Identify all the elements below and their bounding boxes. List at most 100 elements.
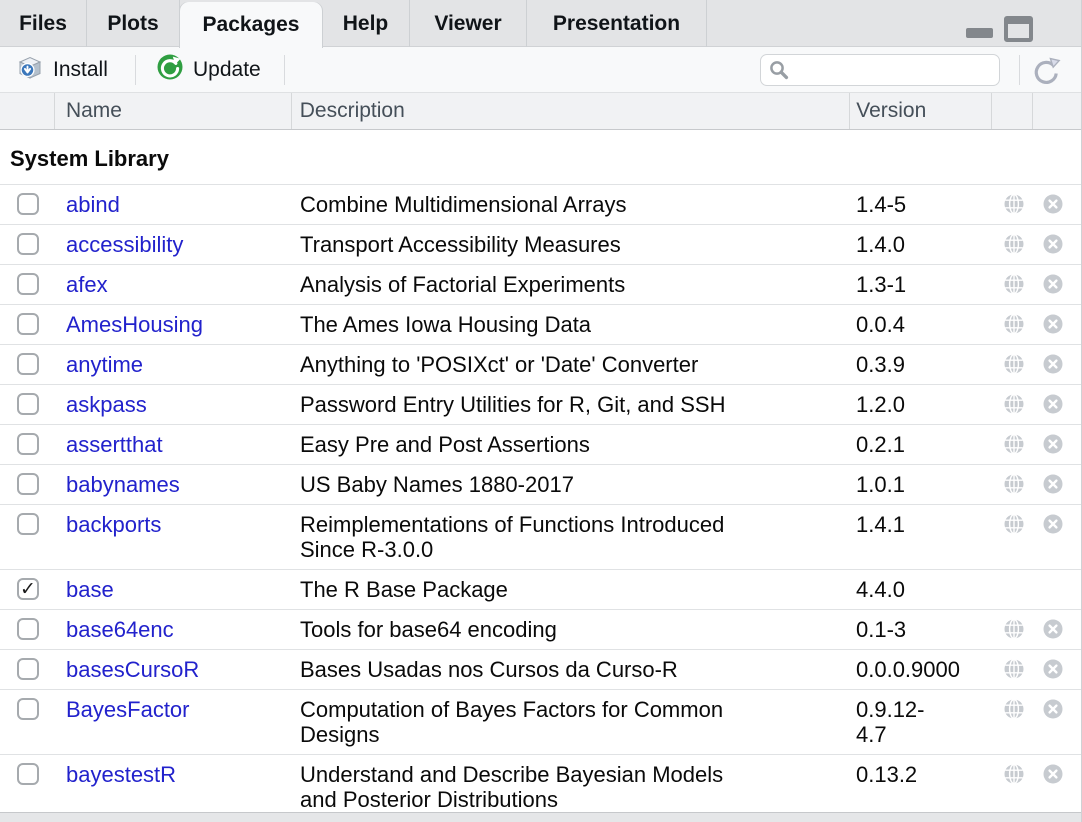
- actions-cell: [992, 312, 1082, 335]
- package-name-link[interactable]: AmesHousing: [66, 312, 203, 337]
- table-row: ✓ babynames US Baby Names 1880-2017 1.0.…: [0, 464, 1081, 504]
- actions-cell: [992, 392, 1082, 415]
- name-cell: askpass: [54, 392, 291, 417]
- remove-package-icon[interactable]: [1042, 393, 1064, 415]
- minimize-icon[interactable]: [966, 28, 993, 38]
- tab-presentation[interactable]: Presentation: [527, 0, 707, 47]
- package-name-link[interactable]: base64enc: [66, 617, 174, 642]
- package-name-link[interactable]: askpass: [66, 392, 147, 417]
- package-website-icon[interactable]: [1003, 233, 1025, 255]
- package-name-link[interactable]: babynames: [66, 472, 180, 497]
- packages-table: System Library ✓ abind Combine Multidime…: [0, 130, 1081, 822]
- package-website-icon[interactable]: [1003, 313, 1025, 335]
- package-checkbox[interactable]: ✓: [17, 313, 39, 335]
- package-checkbox[interactable]: ✓: [17, 618, 39, 640]
- package-name-link[interactable]: backports: [66, 512, 161, 537]
- table-row: ✓ AmesHousing The Ames Iowa Housing Data…: [0, 304, 1081, 344]
- version-cell: 1.3-1: [850, 272, 992, 297]
- package-checkbox[interactable]: ✓: [17, 763, 39, 785]
- package-website-icon[interactable]: [1003, 658, 1025, 680]
- actions-cell: [992, 472, 1082, 495]
- package-name-link[interactable]: assertthat: [66, 432, 163, 457]
- package-website-icon[interactable]: [1003, 193, 1025, 215]
- package-website-icon[interactable]: [1003, 273, 1025, 295]
- checkbox-cell: ✓: [0, 272, 54, 295]
- table-row: ✓ base64enc Tools for base64 encoding 0.…: [0, 609, 1081, 649]
- remove-package-icon[interactable]: [1042, 763, 1064, 785]
- version-cell: 4.4.0: [850, 577, 992, 602]
- package-checkbox[interactable]: ✓: [17, 698, 39, 720]
- checkbox-cell: ✓: [0, 762, 54, 785]
- tab-files[interactable]: Files: [0, 0, 87, 47]
- package-checkbox[interactable]: ✓: [17, 233, 39, 255]
- toolbar-separator: [284, 55, 285, 85]
- package-website-icon[interactable]: [1003, 473, 1025, 495]
- checkbox-cell: ✓: [0, 617, 54, 640]
- header-description[interactable]: Description: [291, 93, 849, 129]
- packages-toolbar: Install Update: [0, 47, 1081, 93]
- name-cell: BayesFactor: [54, 697, 291, 722]
- package-website-icon[interactable]: [1003, 353, 1025, 375]
- install-button[interactable]: Install: [12, 47, 112, 93]
- tab-plots[interactable]: Plots: [87, 0, 180, 47]
- package-checkbox[interactable]: ✓: [17, 193, 39, 215]
- package-name-link[interactable]: afex: [66, 272, 108, 297]
- remove-package-icon[interactable]: [1042, 698, 1064, 720]
- package-checkbox[interactable]: ✓: [17, 513, 39, 535]
- package-name-link[interactable]: anytime: [66, 352, 143, 377]
- tab-help[interactable]: Help: [322, 0, 410, 47]
- remove-package-icon[interactable]: [1042, 353, 1064, 375]
- package-name-link[interactable]: bayestestR: [66, 762, 176, 787]
- package-website-icon[interactable]: [1003, 618, 1025, 640]
- package-website-icon[interactable]: [1003, 698, 1025, 720]
- remove-package-icon[interactable]: [1042, 658, 1064, 680]
- update-button[interactable]: Update: [152, 47, 265, 93]
- package-checkbox[interactable]: ✓: [17, 578, 39, 600]
- package-checkbox[interactable]: ✓: [17, 658, 39, 680]
- actions-cell: [992, 432, 1082, 455]
- package-website-icon[interactable]: [1003, 763, 1025, 785]
- header-remove-column: [1032, 93, 1081, 129]
- package-name-link[interactable]: BayesFactor: [66, 697, 190, 722]
- description-cell: Anything to 'POSIXct' or 'Date' Converte…: [291, 352, 850, 377]
- remove-package-icon[interactable]: [1042, 313, 1064, 335]
- remove-package-icon[interactable]: [1042, 513, 1064, 535]
- description-cell: Reimplementations of Functions Introduce…: [291, 512, 850, 562]
- remove-package-icon[interactable]: [1042, 473, 1064, 495]
- name-cell: base64enc: [54, 617, 291, 642]
- package-name-link[interactable]: basesCursoR: [66, 657, 199, 682]
- header-name[interactable]: Name: [54, 93, 291, 129]
- remove-package-icon[interactable]: [1042, 193, 1064, 215]
- name-cell: bayestestR: [54, 762, 291, 787]
- description-cell: Bases Usadas nos Cursos da Curso-R: [291, 657, 850, 682]
- remove-package-icon[interactable]: [1042, 273, 1064, 295]
- package-name-link[interactable]: base: [66, 577, 114, 602]
- package-website-icon[interactable]: [1003, 393, 1025, 415]
- package-name-link[interactable]: accessibility: [66, 232, 183, 257]
- package-checkbox[interactable]: ✓: [17, 393, 39, 415]
- table-row: ✓ anytime Anything to 'POSIXct' or 'Date…: [0, 344, 1081, 384]
- header-version[interactable]: Version: [849, 93, 991, 129]
- checkbox-cell: ✓: [0, 192, 54, 215]
- package-checkbox[interactable]: ✓: [17, 273, 39, 295]
- remove-package-icon[interactable]: [1042, 433, 1064, 455]
- refresh-icon[interactable]: [1030, 55, 1062, 87]
- maximize-icon[interactable]: [1004, 16, 1033, 42]
- table-row: ✓ abind Combine Multidimensional Arrays …: [0, 184, 1081, 224]
- package-name-link[interactable]: abind: [66, 192, 120, 217]
- package-checkbox[interactable]: ✓: [17, 473, 39, 495]
- search-input[interactable]: [790, 56, 1043, 84]
- remove-package-icon[interactable]: [1042, 233, 1064, 255]
- package-checkbox[interactable]: ✓: [17, 353, 39, 375]
- tab-viewer[interactable]: Viewer: [410, 0, 527, 47]
- package-website-icon[interactable]: [1003, 433, 1025, 455]
- version-cell: 0.3.9: [850, 352, 992, 377]
- remove-package-icon[interactable]: [1042, 618, 1064, 640]
- name-cell: basesCursoR: [54, 657, 291, 682]
- tab-packages[interactable]: Packages: [180, 2, 322, 48]
- table-row: ✓ afex Analysis of Factorial Experiments…: [0, 264, 1081, 304]
- description-cell: Computation of Bayes Factors for Common …: [291, 697, 850, 747]
- package-website-icon[interactable]: [1003, 513, 1025, 535]
- package-checkbox[interactable]: ✓: [17, 433, 39, 455]
- description-cell: Understand and Describe Bayesian Models …: [291, 762, 850, 812]
